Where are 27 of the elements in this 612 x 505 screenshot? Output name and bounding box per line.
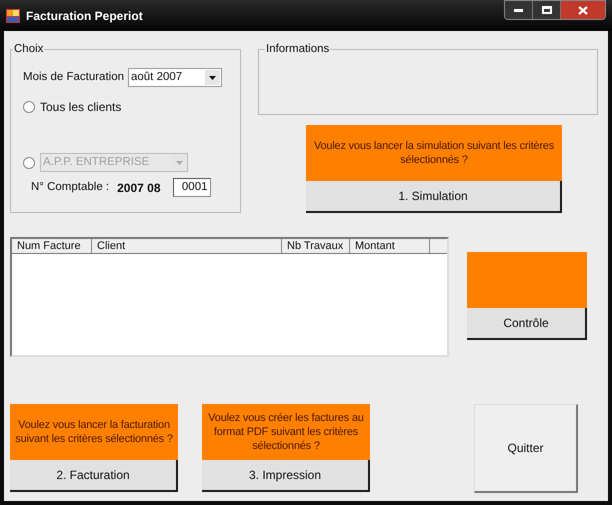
column-header[interactable]: Montant xyxy=(350,239,430,253)
prompt-text: Voulez vous créer les factures au format PDF suivant les critères sélectionnés ? xyxy=(207,411,365,453)
radio-button[interactable] xyxy=(23,101,35,114)
group-title: Choix xyxy=(13,42,44,57)
month-label: Mois de Facturation xyxy=(23,70,124,86)
window-title: Facturation Peperiot xyxy=(26,8,143,24)
column-header[interactable]: Client xyxy=(92,239,282,253)
minimize-button[interactable] xyxy=(505,1,533,19)
app-icon xyxy=(6,8,20,22)
group-title: Informations xyxy=(265,42,330,57)
action-button[interactable]: Contrôle xyxy=(467,308,587,340)
column-header[interactable]: Num Facture xyxy=(12,239,92,253)
column-header[interactable]: Nb Travaux xyxy=(282,239,350,253)
prompt-text: Voulez vous lancer la facturation suivant les critères sélectionnés ? xyxy=(14,418,174,446)
action-button[interactable]: 1. Simulation xyxy=(306,181,562,213)
maximize-button[interactable] xyxy=(533,1,561,19)
close-button[interactable] xyxy=(561,1,605,19)
quit-button[interactable]: Quitter xyxy=(474,404,578,493)
account-prefix: 2007 08 xyxy=(117,180,160,197)
prompt-text: Voulez vous lancer la simulation suivant les critères sélectionnés ? xyxy=(312,139,556,167)
radio-label: Tous les clients xyxy=(40,99,122,116)
account-label: N° Comptable : xyxy=(31,180,110,196)
account-number-field[interactable]: 0001 xyxy=(172,178,210,198)
action-button[interactable]: 3. Impression xyxy=(202,460,370,492)
month-dropdown[interactable]: août 2007 xyxy=(128,68,222,88)
close-icon xyxy=(578,6,588,14)
action-button[interactable]: 2. Facturation xyxy=(10,460,178,492)
